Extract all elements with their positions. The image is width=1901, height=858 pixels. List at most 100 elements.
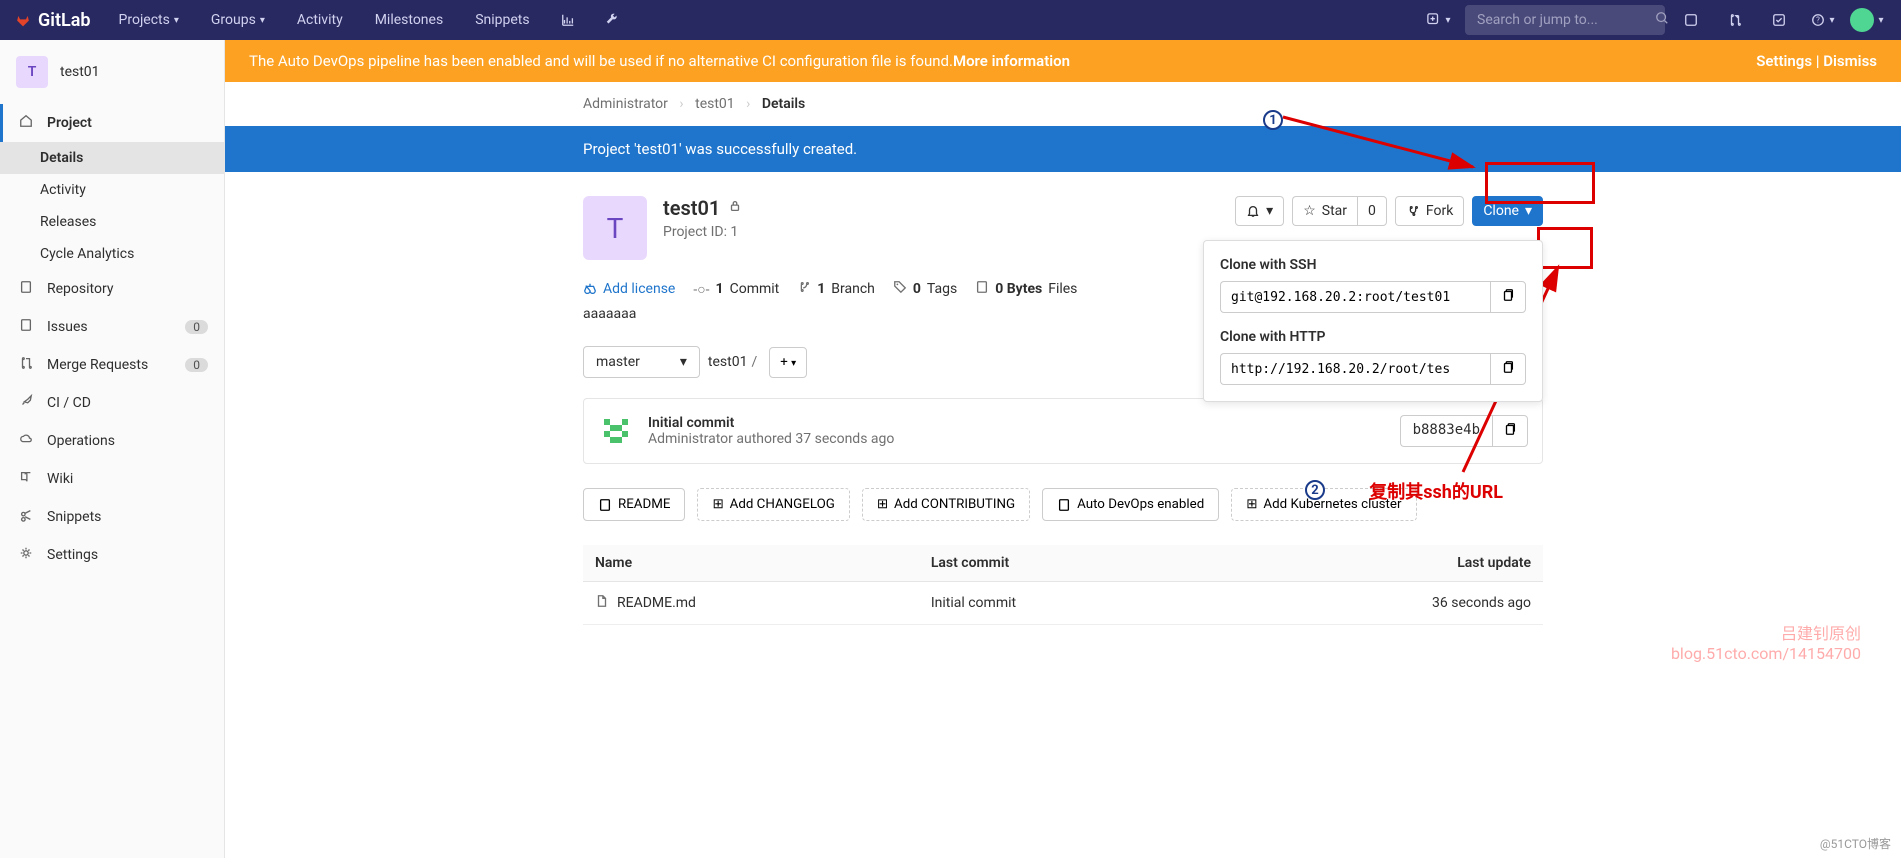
col-last-commit: Last commit [919, 545, 1213, 582]
search-input[interactable] [1477, 12, 1655, 28]
main-content: The Auto DevOps pipeline has been enable… [225, 40, 1901, 858]
crumb-admin[interactable]: Administrator [583, 96, 668, 112]
copy-http-button[interactable] [1490, 353, 1526, 385]
annotation-text-2: 复制其ssh的URL [1369, 478, 1503, 504]
nav-projects[interactable]: Projects▾ [107, 4, 191, 36]
issues-icon [19, 318, 35, 336]
autodevops-button[interactable]: Auto DevOps enabled [1042, 488, 1219, 521]
plus-box-icon: ⊞ [712, 497, 723, 512]
col-last-update: Last update [1213, 545, 1544, 582]
todos-icon[interactable] [1761, 2, 1797, 38]
sidebar-item-project[interactable]: Project [0, 104, 224, 142]
plus-box-icon: ⊞ [1246, 497, 1257, 512]
add-contributing-button[interactable]: ⊞Add CONTRIBUTING [862, 488, 1030, 521]
project-avatar-small: T [16, 56, 48, 88]
sidebar-item-issues[interactable]: Issues0 [0, 308, 224, 346]
commits-stat[interactable]: -○-1 Commit [693, 281, 779, 298]
user-avatar-dropdown[interactable]: ▾ [1849, 2, 1885, 38]
sidebar-item-repository[interactable]: Repository [0, 270, 224, 308]
nav-snippets[interactable]: Snippets [463, 4, 541, 36]
copy-sha-button[interactable] [1492, 415, 1528, 447]
plus-dropdown[interactable]: ▾ [1421, 2, 1457, 38]
table-row[interactable]: README.md Initial commit 36 seconds ago [583, 582, 1543, 625]
crumb-project[interactable]: test01 [695, 96, 735, 112]
sidebar-sub-releases[interactable]: Releases [0, 206, 224, 238]
clone-ssh-input[interactable] [1220, 281, 1490, 313]
commit-sha[interactable]: b8883e4b [1400, 415, 1492, 447]
add-license-link[interactable]: Add license [583, 281, 675, 297]
readme-button[interactable]: README [583, 488, 685, 521]
nav-groups[interactable]: Groups▾ [199, 4, 277, 36]
path-project[interactable]: test01 [708, 354, 748, 370]
sidebar-sub-cycle-analytics[interactable]: Cycle Analytics [0, 238, 224, 270]
nav-activity[interactable]: Activity [285, 4, 355, 36]
svg-text:?: ? [1817, 16, 1821, 25]
issues-icon[interactable] [1673, 2, 1709, 38]
nav-milestones[interactable]: Milestones [363, 4, 456, 36]
book-icon [19, 470, 35, 488]
search-icon [1655, 11, 1669, 29]
files-icon [975, 280, 989, 298]
commit-meta: Administrator authored 37 seconds ago [648, 431, 894, 447]
merge-request-icon[interactable] [1717, 2, 1753, 38]
lock-icon [728, 199, 742, 217]
sidebar-item-snippets[interactable]: Snippets [0, 498, 224, 536]
file-name-text[interactable]: README.md [617, 595, 696, 611]
project-avatar-large: T [583, 196, 647, 260]
sidebar-project-header[interactable]: T test01 [0, 40, 224, 104]
col-name: Name [583, 545, 919, 582]
commit-icon: -○- [693, 281, 709, 298]
mr-count-badge: 0 [185, 358, 208, 372]
clone-ssh-title: Clone with SSH [1220, 257, 1526, 273]
chart-icon[interactable] [550, 2, 586, 38]
fork-button[interactable]: Fork [1395, 196, 1464, 226]
commit-author-avatar [598, 413, 634, 449]
sidebar-item-operations[interactable]: Operations [0, 422, 224, 460]
gitlab-logo-icon[interactable] [16, 13, 30, 27]
sidebar-sub-details[interactable]: Details [0, 142, 224, 174]
wrench-icon[interactable] [594, 2, 630, 38]
annotation-number-2: 2 [1305, 480, 1325, 500]
project-id-label: Project ID: 1 [663, 224, 742, 240]
file-table: Name Last commit Last update README.md I… [583, 545, 1543, 625]
chevron-down-icon: ▾ [791, 358, 796, 369]
sidebar-item-merge-requests[interactable]: Merge Requests0 [0, 346, 224, 384]
star-count[interactable]: 0 [1357, 196, 1387, 226]
avatar [1850, 8, 1874, 32]
add-changelog-button[interactable]: ⊞Add CHANGELOG [697, 488, 849, 521]
branches-stat[interactable]: 1 Branch [797, 280, 875, 298]
sidebar-project-name: test01 [60, 64, 100, 80]
breadcrumb: Administrator › test01 › Details [563, 82, 1563, 126]
sidebar-item-cicd[interactable]: CI / CD [0, 384, 224, 422]
tag-icon [893, 280, 907, 298]
banner-settings-link[interactable]: Settings [1756, 52, 1812, 70]
watermark-site: @51CTO博客 [1820, 835, 1891, 852]
scissors-icon [19, 508, 35, 526]
brand-text[interactable]: GitLab [38, 10, 91, 31]
gear-icon [19, 546, 35, 564]
sidebar-sub-activity[interactable]: Activity [0, 174, 224, 206]
sidebar-item-settings[interactable]: Settings [0, 536, 224, 574]
clone-button[interactable]: Clone ▾ [1472, 196, 1543, 226]
search-input-wrapper[interactable] [1465, 5, 1665, 35]
branch-select-dropdown[interactable]: master▾ [583, 346, 700, 378]
clone-http-input[interactable] [1220, 353, 1490, 385]
notifications-dropdown[interactable]: ▾ [1235, 196, 1284, 226]
more-info-link[interactable]: More information [953, 52, 1070, 70]
plus-box-icon: ⊞ [877, 497, 888, 512]
sidebar-item-wiki[interactable]: Wiki [0, 460, 224, 498]
commit-title[interactable]: Initial commit [648, 415, 894, 431]
banner-dismiss-link[interactable]: Dismiss [1823, 52, 1877, 70]
star-button[interactable]: ☆ Star [1292, 196, 1357, 226]
sidebar: T test01 Project Details Activity Releas… [0, 40, 225, 858]
files-stat[interactable]: 0 Bytes Files [975, 280, 1077, 298]
clone-http-title: Clone with HTTP [1220, 329, 1526, 345]
watermark-author: 吕建钊原创 blog.51cto.com/14154700 [1671, 620, 1861, 663]
copy-ssh-button[interactable] [1490, 281, 1526, 313]
file-last-commit[interactable]: Initial commit [931, 595, 1016, 611]
add-file-dropdown[interactable]: + ▾ [769, 347, 807, 378]
help-dropdown[interactable]: ?▾ [1805, 2, 1841, 38]
tags-stat[interactable]: 0 Tags [893, 280, 957, 298]
issues-count-badge: 0 [185, 320, 208, 334]
annotation-box-2 [1537, 227, 1593, 269]
